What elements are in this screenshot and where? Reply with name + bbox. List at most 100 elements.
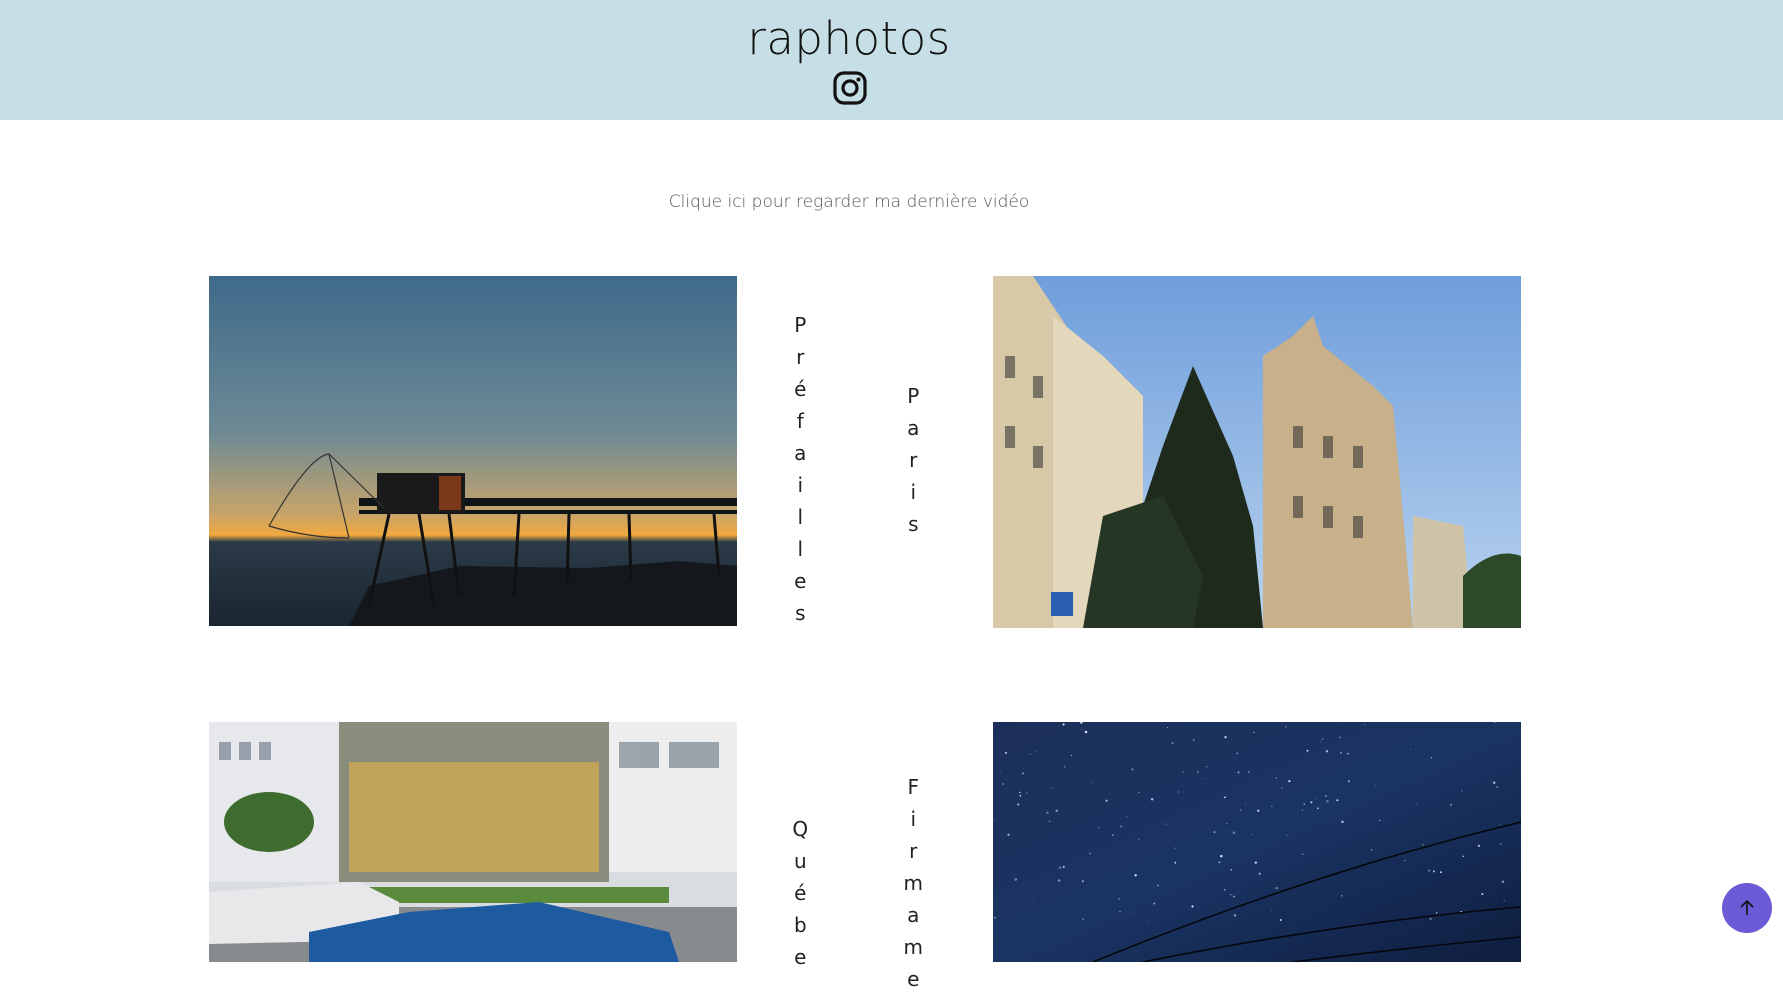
star xyxy=(1226,822,1228,824)
star xyxy=(1224,735,1227,739)
star xyxy=(1237,771,1240,774)
star xyxy=(1288,779,1291,783)
gallery-label-text: Paris xyxy=(901,384,926,544)
gallery-label-text: Firmame xyxy=(901,775,926,999)
star xyxy=(1014,878,1018,881)
star xyxy=(1462,855,1465,858)
star xyxy=(1257,809,1260,812)
star xyxy=(1150,798,1154,801)
gallery-photo-paris[interactable] xyxy=(993,276,1521,628)
star xyxy=(1223,888,1226,891)
gallery-label-text: Québe xyxy=(788,817,813,977)
gallery-label-prefailles[interactable]: Préfailles xyxy=(786,313,816,633)
scroll-to-top-button[interactable] xyxy=(1722,883,1772,933)
star xyxy=(1131,768,1134,771)
star xyxy=(1314,798,1316,800)
star xyxy=(1253,731,1255,734)
star xyxy=(1019,794,1022,797)
star xyxy=(1174,861,1177,864)
star xyxy=(1375,785,1377,787)
star xyxy=(1439,871,1442,874)
star xyxy=(1336,799,1339,802)
star xyxy=(1404,860,1406,862)
star xyxy=(1081,880,1084,883)
star xyxy=(1138,791,1140,794)
gallery-label-quebec[interactable]: Québe xyxy=(786,817,816,977)
star xyxy=(1326,800,1329,803)
star xyxy=(1019,791,1021,794)
star xyxy=(1029,753,1031,755)
latest-video-link[interactable]: Clique ici pour regarder ma dernière vid… xyxy=(0,192,1698,212)
star xyxy=(1226,831,1228,833)
instagram-icon[interactable] xyxy=(832,70,868,106)
star xyxy=(1174,847,1176,849)
star xyxy=(1165,823,1167,825)
gallery-photo-firmament[interactable] xyxy=(993,722,1521,962)
star xyxy=(1254,861,1257,864)
star xyxy=(1306,749,1309,752)
star xyxy=(1275,777,1278,779)
star xyxy=(1481,893,1484,896)
star xyxy=(1191,905,1194,908)
star xyxy=(1119,911,1121,913)
star xyxy=(1416,803,1418,805)
star xyxy=(1496,786,1499,788)
star xyxy=(999,770,1001,772)
star xyxy=(1082,918,1084,920)
star xyxy=(1279,919,1282,921)
star xyxy=(1428,869,1431,872)
star xyxy=(1285,726,1287,728)
site-title[interactable]: raphotos xyxy=(0,12,1698,65)
star xyxy=(1197,771,1199,773)
star xyxy=(1301,809,1303,811)
star xyxy=(1126,816,1128,818)
star xyxy=(1035,750,1037,752)
star xyxy=(1059,866,1062,869)
star xyxy=(1062,723,1065,726)
star xyxy=(1341,895,1343,897)
star xyxy=(1232,831,1236,834)
star xyxy=(1062,865,1065,868)
star xyxy=(1148,921,1149,923)
star xyxy=(1081,729,1083,730)
star xyxy=(1301,853,1304,856)
gallery-photo-prefailles[interactable] xyxy=(209,276,737,626)
star xyxy=(1236,752,1239,755)
star xyxy=(1364,724,1366,726)
site-header: raphotos xyxy=(0,0,1783,120)
star xyxy=(1316,807,1319,810)
star xyxy=(1120,825,1123,828)
star xyxy=(994,916,996,919)
gallery-label-paris[interactable]: Paris xyxy=(899,384,929,544)
star xyxy=(1134,874,1137,877)
star xyxy=(1310,801,1313,804)
star xyxy=(1057,879,1061,882)
gallery-photo-quebec[interactable] xyxy=(209,722,737,962)
star xyxy=(1339,736,1341,739)
star xyxy=(1070,754,1073,757)
star xyxy=(1153,902,1156,905)
star xyxy=(1084,730,1088,734)
star xyxy=(1325,795,1327,797)
star xyxy=(1026,792,1028,794)
star xyxy=(1346,752,1349,755)
star xyxy=(1258,872,1261,875)
star xyxy=(1052,787,1053,789)
star xyxy=(1022,772,1024,775)
star xyxy=(1341,820,1344,824)
star xyxy=(1461,790,1463,792)
star xyxy=(1271,805,1273,807)
star xyxy=(1499,824,1501,826)
star xyxy=(1063,765,1066,768)
gallery-label-firmament[interactable]: Firmame xyxy=(899,775,929,999)
star xyxy=(1493,781,1496,784)
star xyxy=(1429,917,1432,920)
star xyxy=(1206,765,1208,768)
star xyxy=(1339,751,1342,754)
star xyxy=(1171,741,1174,745)
star xyxy=(1432,870,1436,873)
star xyxy=(1192,739,1195,741)
star xyxy=(1435,912,1438,914)
star xyxy=(1138,838,1140,840)
star xyxy=(1182,771,1184,773)
